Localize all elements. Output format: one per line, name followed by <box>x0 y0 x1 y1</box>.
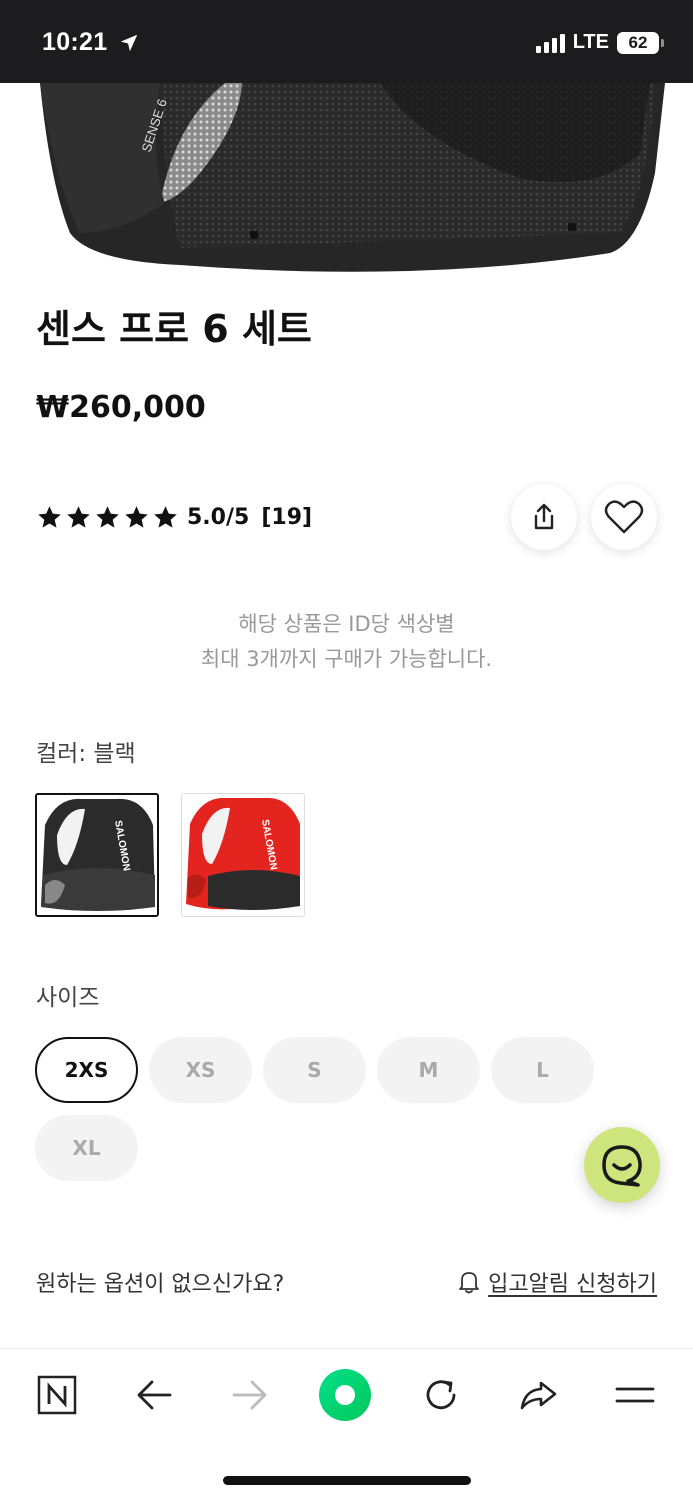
naver-home-button[interactable] <box>34 1372 80 1418</box>
rating-stars <box>36 504 179 531</box>
star-icon <box>154 506 177 528</box>
size-label: 사이즈 <box>36 985 100 1011</box>
green-dot-button[interactable] <box>316 1366 374 1424</box>
share-arrow-icon <box>520 1381 557 1410</box>
bell-icon <box>459 1272 479 1294</box>
vest-illustration: SENSE 6 <box>40 83 665 272</box>
reload-button[interactable] <box>418 1372 464 1418</box>
forward-button[interactable] <box>227 1372 273 1418</box>
notice-line-2: 최대 3개까지 구매가 가능합니다. <box>200 647 493 671</box>
restock-alert-label[interactable]: 입고알림 신청하기 <box>488 1266 657 1298</box>
back-arrow-icon <box>137 1380 172 1410</box>
rating-score: 5.0/5 <box>187 505 250 530</box>
menu-icon <box>615 1387 655 1403</box>
color-swatch-red[interactable]: SALOMON <box>181 793 305 917</box>
location-arrow-icon <box>120 34 138 52</box>
battery-icon: 62 <box>617 31 664 54</box>
color-label: 컬러: 블랙 <box>36 741 136 767</box>
signal-bars-icon <box>535 33 565 53</box>
reload-icon <box>426 1380 456 1410</box>
size-option-l[interactable]: L <box>491 1037 594 1103</box>
share-button[interactable] <box>511 484 577 550</box>
notice-line-1: 해당 상품은 ID당 색상별 <box>238 612 455 636</box>
chat-smile-icon <box>602 1145 642 1187</box>
red-vest-thumbnail: SALOMON <box>182 794 304 916</box>
home-indicator[interactable] <box>223 1476 471 1485</box>
menu-button[interactable] <box>612 1372 658 1418</box>
star-icon <box>96 506 119 528</box>
status-indicators: LTE 62 <box>535 31 664 54</box>
product-image[interactable]: SENSE 6 <box>0 83 693 283</box>
product-price: ₩260,000 <box>36 390 206 425</box>
wishlist-button[interactable] <box>591 484 657 550</box>
star-icon <box>38 506 61 528</box>
star-icon <box>67 506 90 528</box>
review-count[interactable]: [19] <box>261 505 312 530</box>
black-vest-thumbnail: SALOMON <box>37 795 157 915</box>
size-option-2xs[interactable]: 2XS <box>35 1037 138 1103</box>
rating-row[interactable]: 5.0/5 [19] <box>36 504 312 531</box>
restock-alert-link[interactable]: 입고알림 신청하기 <box>458 1266 657 1298</box>
color-swatch-black[interactable]: SALOMON <box>35 793 159 917</box>
naver-n-icon <box>37 1375 77 1415</box>
share-page-button[interactable] <box>515 1372 561 1418</box>
purchase-limit-notice: 해당 상품은 ID당 색상별 최대 3개까지 구매가 가능합니다. <box>0 607 693 677</box>
status-bar: 10:21 LTE 62 <box>0 0 693 83</box>
chat-button[interactable] <box>584 1127 660 1203</box>
toolbar-divider <box>0 1348 693 1349</box>
star-icon <box>125 506 148 528</box>
product-title: 센스 프로 6 세트 <box>36 307 312 351</box>
share-icon <box>534 503 554 530</box>
size-option-xs[interactable]: XS <box>149 1037 252 1103</box>
back-button[interactable] <box>131 1372 177 1418</box>
heart-icon <box>604 500 644 534</box>
no-option-question: 원하는 옵션이 없으신가요? <box>36 1272 285 1297</box>
size-option-s[interactable]: S <box>263 1037 366 1103</box>
status-time: 10:21 <box>42 28 108 56</box>
forward-arrow-icon <box>232 1380 267 1410</box>
browser-toolbar <box>0 1350 693 1440</box>
green-dot-icon <box>319 1369 371 1421</box>
size-option-xl[interactable]: XL <box>35 1115 138 1181</box>
size-option-m[interactable]: M <box>377 1037 480 1103</box>
network-label: LTE <box>572 31 609 53</box>
